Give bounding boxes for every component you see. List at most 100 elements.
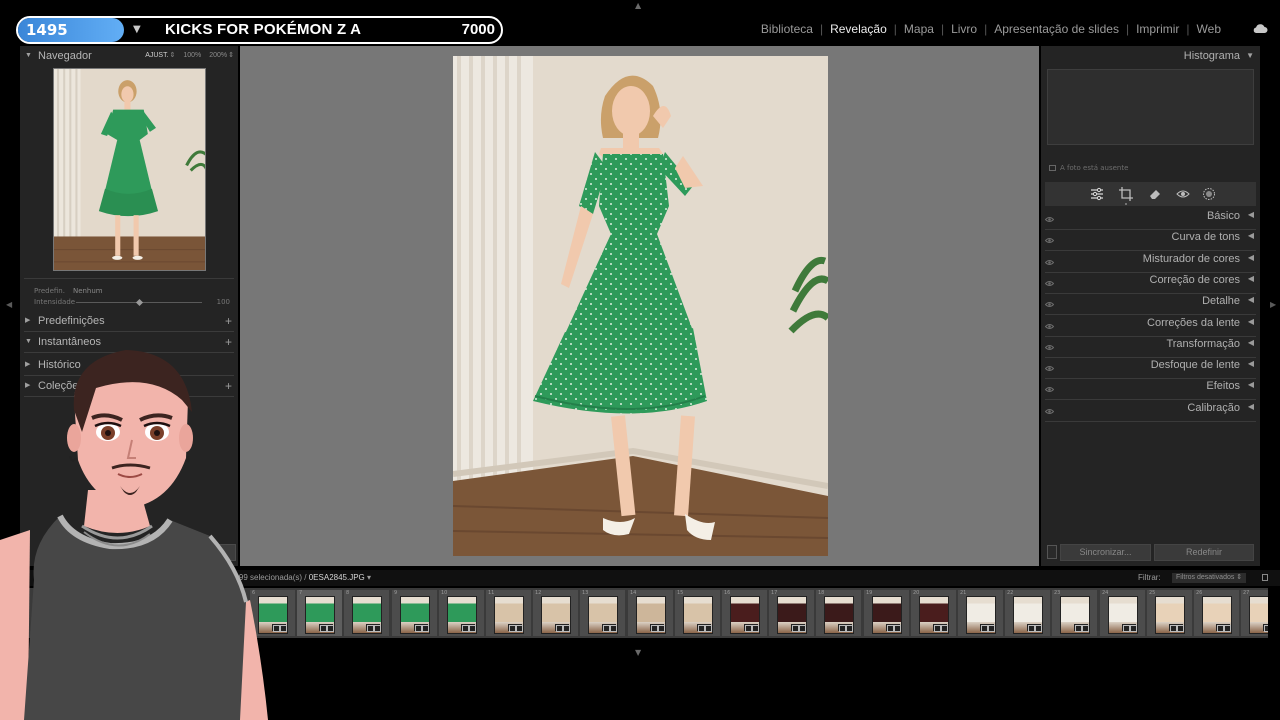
panel-visibility-eye-icon[interactable] <box>1045 386 1054 393</box>
develop-panel-row[interactable]: Transformação ◀ <box>1041 338 1260 358</box>
main-photo[interactable] <box>453 56 828 556</box>
right-panel: Histograma ▼ A foto está ausente Básico ◀… <box>1041 46 1260 566</box>
develop-panel-row[interactable]: Desfoque de lente ◀ <box>1041 359 1260 379</box>
develop-panel-row[interactable]: Detalhe ◀ <box>1041 295 1260 315</box>
thumbnail-badge-icon <box>1074 624 1089 632</box>
module-3[interactable]: Livro <box>944 22 984 36</box>
collapse-top-arrow-icon[interactable]: ▲ <box>635 1 641 10</box>
panel-visibility-eye-icon[interactable] <box>1045 323 1054 330</box>
filmstrip-thumbnail[interactable]: 15 <box>675 590 720 636</box>
filmstrip-thumbnail[interactable]: 24 <box>1100 590 1145 636</box>
filmstrip-thumbnail[interactable]: 10 <box>439 590 484 636</box>
panel-visibility-eye-icon[interactable] <box>1045 344 1054 351</box>
sliders-icon[interactable] <box>1090 187 1104 201</box>
panel-visibility-eye-icon[interactable] <box>1045 216 1054 223</box>
filmstrip-thumbnail[interactable]: 18 <box>816 590 861 636</box>
develop-panel-row[interactable]: Correção de cores ◀ <box>1041 274 1260 294</box>
divider <box>1045 336 1256 337</box>
preset-row[interactable]: Predefin. Nenhum <box>34 286 103 296</box>
filmstrip-thumbnail[interactable]: 13 <box>580 590 625 636</box>
filmstrip-thumbnail[interactable]: 8 <box>344 590 389 636</box>
filmstrip-thumbnail[interactable]: 26 <box>1194 590 1239 636</box>
filmstrip-thumbnail[interactable]: 23 <box>1052 590 1097 636</box>
develop-panel-label: Correções da lente <box>1147 317 1240 329</box>
develop-panel-label: Desfoque de lente <box>1150 359 1240 371</box>
panel-visibility-eye-icon[interactable] <box>1045 301 1054 308</box>
filmstrip-thumbnail[interactable]: 25 <box>1147 590 1192 636</box>
filmstrip-thumbnail[interactable]: 12 <box>533 590 578 636</box>
filmstrip-thumbnail[interactable]: 22 <box>1005 590 1050 636</box>
masking-icon[interactable] <box>1202 187 1216 201</box>
expand-triangle-icon: ◀ <box>1247 359 1254 368</box>
navigator-header[interactable]: ▼ Navegador AJUST.⇕ 100% 200%⇕ <box>20 46 238 66</box>
filmstrip-thumbnail[interactable]: 20 <box>911 590 956 636</box>
thumbnail-badge-icon <box>366 624 381 632</box>
thumbnail-badge-icon <box>791 624 806 632</box>
module-1[interactable]: Revelação <box>823 22 894 36</box>
develop-canvas[interactable] <box>240 46 1039 566</box>
intensity-slider-thumb[interactable] <box>135 298 144 307</box>
module-0[interactable]: Biblioteca <box>754 22 820 36</box>
expand-triangle-icon: ◀ <box>1247 274 1254 283</box>
thumbnail-badge-icon <box>838 624 853 632</box>
thumbnail-index: 9 <box>394 590 398 596</box>
filmstrip-thumbnail[interactable]: 21 <box>958 590 1003 636</box>
thumbnail-badge-icon <box>1027 624 1042 632</box>
collapse-bottom-arrow-icon[interactable]: ▼ <box>635 648 641 657</box>
panel-visibility-eye-icon[interactable] <box>1045 237 1054 244</box>
develop-panel-row[interactable]: Curva de tons ◀ <box>1041 231 1260 251</box>
auto-sync-toggle[interactable] <box>1047 545 1057 559</box>
cloud-sync-icon[interactable] <box>1252 23 1268 34</box>
presets-header[interactable]: ▶ Predefinições + <box>20 311 238 331</box>
collapse-left-arrow-icon[interactable]: ◀ <box>6 300 12 309</box>
panel-visibility-eye-icon[interactable] <box>1045 280 1054 287</box>
navigator-preview[interactable] <box>53 68 206 271</box>
develop-panel-row[interactable]: Correções da lente ◀ <box>1041 317 1260 337</box>
panel-visibility-eye-icon[interactable] <box>1045 408 1054 415</box>
intensity-slider[interactable] <box>76 298 202 307</box>
filter-lock-icon[interactable] <box>1262 574 1268 581</box>
histogram-header[interactable]: Histograma ▼ <box>1041 46 1260 66</box>
develop-panel-row[interactable]: Calibração ◀ <box>1041 402 1260 422</box>
filmstrip-thumbnail[interactable]: 17 <box>769 590 814 636</box>
current-filename[interactable]: 0ESA2845.JPG <box>309 573 365 582</box>
filename-menu-icon[interactable]: ▾ <box>365 573 371 582</box>
streamer-avatar <box>0 350 268 720</box>
reset-button[interactable]: Redefinir <box>1154 544 1254 561</box>
filter-value: Filtros desativados <box>1176 574 1235 581</box>
develop-panel-row[interactable]: Básico ◀ <box>1041 210 1260 230</box>
stream-counter: 1495 <box>18 18 124 42</box>
add-preset-icon[interactable]: + <box>225 311 232 331</box>
filmstrip-thumbnail[interactable]: 14 <box>628 590 673 636</box>
filmstrip-thumbnail[interactable]: 11 <box>486 590 531 636</box>
filmstrip-thumbnail[interactable]: 16 <box>722 590 767 636</box>
red-eye-icon[interactable] <box>1176 187 1190 201</box>
filmstrip-thumbnail[interactable]: 19 <box>864 590 909 636</box>
intensity-row: Intensidade 100 <box>34 297 230 307</box>
thumbnail-badge-icon <box>508 624 523 632</box>
histogram-title: Histograma <box>1183 50 1240 62</box>
collapse-right-arrow-icon[interactable]: ▶ <box>1270 300 1276 309</box>
navigator-photo <box>54 69 205 270</box>
thumbnail-badge-icon <box>602 624 617 632</box>
develop-panel-label: Correção de cores <box>1149 274 1241 286</box>
filmstrip-thumbnail[interactable]: 9 <box>392 590 437 636</box>
develop-panel-row[interactable]: Misturador de cores ◀ <box>1041 253 1260 273</box>
crop-icon[interactable] <box>1119 187 1133 201</box>
thumbnail-badge-icon <box>414 624 429 632</box>
zoom-fit-option[interactable]: AJUST. <box>145 52 168 59</box>
panel-visibility-eye-icon[interactable] <box>1045 365 1054 372</box>
filmstrip-thumbnail[interactable]: 7 <box>297 590 342 636</box>
panel-visibility-eye-icon[interactable] <box>1045 259 1054 266</box>
module-4[interactable]: Apresentação de slides <box>987 22 1126 36</box>
eraser-icon[interactable] <box>1148 187 1162 201</box>
filmstrip-thumbnail[interactable]: 27 <box>1241 590 1268 636</box>
develop-panel-row[interactable]: Efeitos ◀ <box>1041 380 1260 400</box>
zoom-100-option[interactable]: 100% <box>183 52 201 59</box>
filter-dropdown[interactable]: Filtros desativados ⇕ <box>1172 573 1247 583</box>
zoom-200-option[interactable]: 200% <box>209 52 227 59</box>
sync-button[interactable]: Sincronizar... <box>1060 544 1151 561</box>
module-2[interactable]: Mapa <box>897 22 941 36</box>
module-5[interactable]: Imprimir <box>1129 22 1186 36</box>
module-6[interactable]: Web <box>1190 22 1228 36</box>
